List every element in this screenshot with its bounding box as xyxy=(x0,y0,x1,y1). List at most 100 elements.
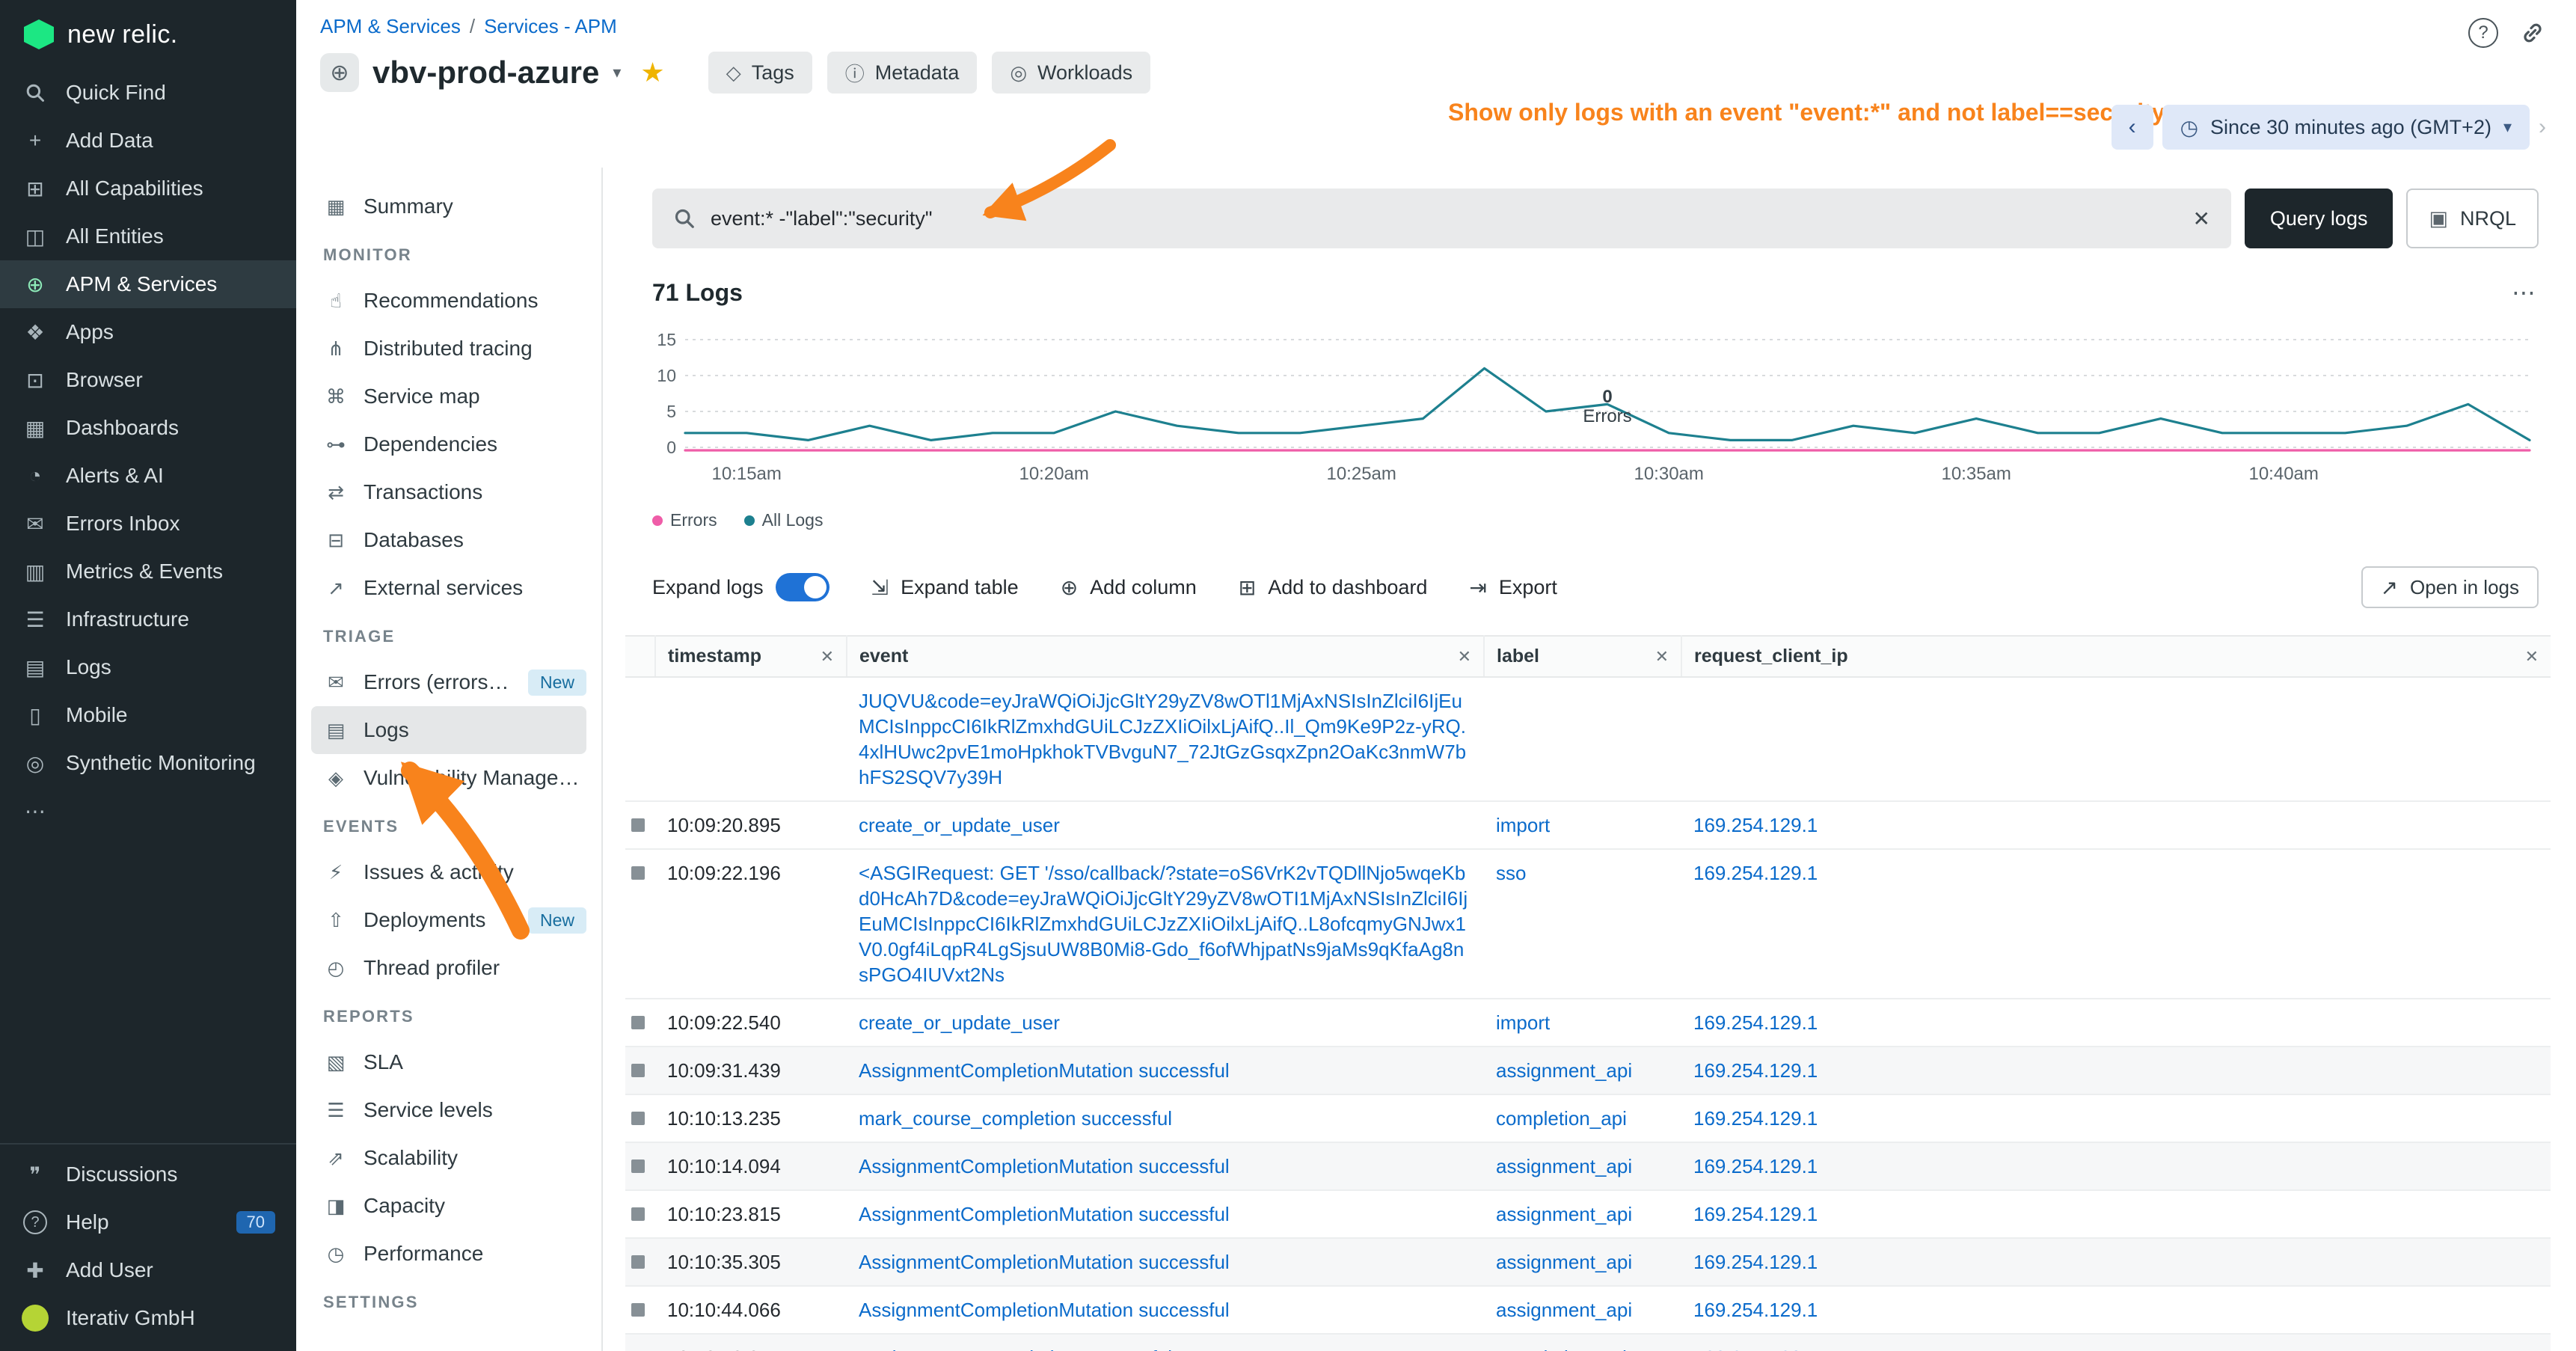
log-event-link[interactable]: JUQVU&code=eyJraWQiOiJjcGltY29yZV8wOTl1M… xyxy=(859,688,1472,790)
subnav-item-vulnerability-management[interactable]: ◈Vulnerability Management xyxy=(296,754,601,802)
sidebar-item-errors-inbox[interactable]: ✉Errors Inbox xyxy=(0,500,296,548)
subnav-item-thread-profiler[interactable]: ◴Thread profiler xyxy=(296,944,601,992)
workloads-button[interactable]: ◎Workloads xyxy=(992,52,1150,94)
log-event-link[interactable]: create_or_update_user xyxy=(859,1010,1472,1035)
log-request-client-ip-link[interactable]: 169.254.129.1 xyxy=(1693,860,2539,886)
chart-options-icon[interactable]: ⋯ xyxy=(2512,278,2539,307)
log-row[interactable]: 10:10:23.815AssignmentCompletionMutation… xyxy=(625,1190,2551,1238)
sidebar-item-synthetic-monitoring[interactable]: ◎Synthetic Monitoring xyxy=(0,739,296,787)
log-request-client-ip-link[interactable]: 169.254.129.1 xyxy=(1693,1297,2539,1323)
subnav-item-databases[interactable]: ⊟Databases xyxy=(296,516,601,564)
subnav-item-dependencies[interactable]: ⊶Dependencies xyxy=(296,420,601,468)
log-row[interactable]: JUQVU&code=eyJraWQiOiJjcGltY29yZV8wOTl1M… xyxy=(625,677,2551,801)
subnav-item-logs[interactable]: ▤Logs xyxy=(311,706,586,754)
sidebar-item-quick-find[interactable]: Quick Find xyxy=(0,69,296,117)
log-label-link[interactable]: completion_api xyxy=(1496,1345,1669,1351)
add-to-dashboard-button[interactable]: ⊞ Add to dashboard xyxy=(1239,575,1428,600)
subnav-item-summary[interactable]: ▦Summary xyxy=(296,183,601,230)
legend-item-all-logs[interactable]: All Logs xyxy=(744,510,824,530)
export-button[interactable]: ⇥ Export xyxy=(1469,575,1557,600)
time-range-button[interactable]: ◷ Since 30 minutes ago (GMT+2) ▾ xyxy=(2162,105,2530,150)
time-back-button[interactable]: ‹ xyxy=(2112,105,2153,150)
log-label-link[interactable]: assignment_api xyxy=(1496,1201,1669,1227)
legend-item-errors[interactable]: Errors xyxy=(652,510,717,530)
log-event-link[interactable]: AssignmentCompletionMutation successful xyxy=(859,1249,1472,1275)
sidebar-footer-item-iterativ-gmbh[interactable]: Iterativ GmbH xyxy=(0,1294,296,1342)
expand-logs-toggle[interactable] xyxy=(776,573,829,601)
sidebar-item-infrastructure[interactable]: ☰Infrastructure xyxy=(0,595,296,643)
log-event-link[interactable]: AssignmentCompletionMutation successful xyxy=(859,1154,1472,1179)
subnav-item-service-levels[interactable]: ☰Service levels xyxy=(296,1086,601,1134)
sidebar-item-apps[interactable]: ❖Apps xyxy=(0,308,296,356)
column-header-request-client-ip[interactable]: request_client_ip✕ xyxy=(1681,636,2551,677)
log-query-input[interactable] xyxy=(711,207,2177,230)
log-row[interactable]: 10:10:49.051mark_course_completion succe… xyxy=(625,1334,2551,1351)
expand-logs-control[interactable]: Expand logs xyxy=(652,573,829,601)
add-column-button[interactable]: ⊕ Add column xyxy=(1061,575,1197,600)
subnav-item-transactions[interactable]: ⇄Transactions xyxy=(296,468,601,516)
sidebar-item-add-data[interactable]: +Add Data xyxy=(0,117,296,165)
log-request-client-ip-link[interactable]: 169.254.129.1 xyxy=(1693,1058,2539,1083)
subnav-item-service-map[interactable]: ⌘Service map xyxy=(296,373,601,420)
log-request-client-ip-link[interactable]: 169.254.129.1 xyxy=(1693,1249,2539,1275)
subnav-item-sla[interactable]: ▧SLA xyxy=(296,1038,601,1086)
log-row[interactable]: 10:09:20.895create_or_update_userimport1… xyxy=(625,801,2551,849)
help-icon[interactable]: ? xyxy=(2468,18,2498,48)
expand-table-button[interactable]: ⇲ Expand table xyxy=(871,575,1019,600)
metadata-button[interactable]: ⓘMetadata xyxy=(827,52,978,94)
log-row[interactable]: 10:10:14.094AssignmentCompletionMutation… xyxy=(625,1142,2551,1190)
remove-column-icon[interactable]: ✕ xyxy=(2525,647,2539,667)
sidebar-item-alerts-ai[interactable]: ◔Alerts & AI xyxy=(0,452,296,500)
log-label-link[interactable]: sso xyxy=(1496,860,1669,886)
sidebar-item-mobile[interactable]: ▯Mobile xyxy=(0,691,296,739)
sidebar-item-apm-services[interactable]: ⊕APM & Services xyxy=(0,260,296,308)
log-request-client-ip-link[interactable]: 169.254.129.1 xyxy=(1693,1106,2539,1131)
log-request-client-ip-link[interactable]: 169.254.129.1 xyxy=(1693,1201,2539,1227)
subnav-item-capacity[interactable]: ◨Capacity xyxy=(296,1182,601,1230)
log-row[interactable]: 10:09:22.196<ASGIRequest: GET '/sso/call… xyxy=(625,849,2551,999)
favorite-star-icon[interactable]: ★ xyxy=(640,57,664,88)
sidebar-item-dashboards[interactable]: ▦Dashboards xyxy=(0,404,296,452)
log-request-client-ip-link[interactable]: 169.254.129.1 xyxy=(1693,812,2539,838)
log-request-client-ip-link[interactable]: 169.254.129.1 xyxy=(1693,1010,2539,1035)
log-request-client-ip-link[interactable]: 169.254.129.1 xyxy=(1693,1154,2539,1179)
log-event-link[interactable]: mark_course_completion successful xyxy=(859,1106,1472,1131)
entity-switcher-chevron-icon[interactable]: ▾ xyxy=(613,63,621,82)
log-event-link[interactable]: AssignmentCompletionMutation successful xyxy=(859,1201,1472,1227)
sidebar-item-metrics-events[interactable]: ▥Metrics & Events xyxy=(0,548,296,595)
sidebar-item-logs[interactable]: ▤Logs xyxy=(0,643,296,691)
sidebar-item-all-entities[interactable]: ◫All Entities xyxy=(0,212,296,260)
entity-title[interactable]: vbv-prod-azure xyxy=(372,55,599,91)
permalink-icon[interactable] xyxy=(2519,19,2546,46)
log-row[interactable]: 10:10:44.066AssignmentCompletionMutation… xyxy=(625,1286,2551,1334)
log-label-link[interactable]: completion_api xyxy=(1496,1106,1669,1131)
nrql-button[interactable]: ▣ NRQL xyxy=(2406,189,2539,248)
sidebar-footer-item-add-user[interactable]: ✚Add User xyxy=(0,1246,296,1294)
column-header-label[interactable]: label✕ xyxy=(1484,636,1681,677)
tags-button[interactable]: ◇Tags xyxy=(708,52,812,94)
sidebar-footer-item-help[interactable]: ?Help70 xyxy=(0,1198,296,1246)
sidebar-item-all-capabilities[interactable]: ⊞All Capabilities xyxy=(0,165,296,212)
sidebar-item-browser[interactable]: ⊡Browser xyxy=(0,356,296,404)
sidebar-item-more[interactable]: ⋯ xyxy=(0,787,296,835)
column-header-timestamp[interactable]: timestamp✕ xyxy=(655,636,847,677)
column-header-event[interactable]: event✕ xyxy=(847,636,1484,677)
log-event-link[interactable]: AssignmentCompletionMutation successful xyxy=(859,1058,1472,1083)
open-in-logs-button[interactable]: ↗ Open in logs xyxy=(2361,566,2539,608)
breadcrumb-link-services-apm[interactable]: Services - APM xyxy=(484,15,617,37)
clear-query-icon[interactable]: ✕ xyxy=(2192,206,2209,231)
remove-column-icon[interactable]: ✕ xyxy=(1458,647,1471,667)
log-event-link[interactable]: create_or_update_user xyxy=(859,812,1472,838)
breadcrumb-link-apm-services[interactable]: APM & Services xyxy=(320,15,461,37)
subnav-item-issues-activity[interactable]: ⚡Issues & activity xyxy=(296,848,601,896)
subnav-item-external-services[interactable]: ↗External services xyxy=(296,564,601,612)
remove-column-icon[interactable]: ✕ xyxy=(1655,647,1669,667)
log-event-link[interactable]: mark_course_completion successful xyxy=(859,1345,1472,1351)
log-row[interactable]: 10:10:35.305AssignmentCompletionMutation… xyxy=(625,1238,2551,1286)
log-label-link[interactable]: assignment_api xyxy=(1496,1154,1669,1179)
log-row[interactable]: 10:09:22.540create_or_update_userimport1… xyxy=(625,999,2551,1047)
log-event-link[interactable]: <ASGIRequest: GET '/sso/callback/?state=… xyxy=(859,860,1472,987)
log-row[interactable]: 10:09:31.439AssignmentCompletionMutation… xyxy=(625,1047,2551,1094)
log-row[interactable]: 10:10:13.235mark_course_completion succe… xyxy=(625,1094,2551,1142)
subnav-item-errors-errors-inb[interactable]: ✉Errors (errors inb...New xyxy=(296,658,601,706)
